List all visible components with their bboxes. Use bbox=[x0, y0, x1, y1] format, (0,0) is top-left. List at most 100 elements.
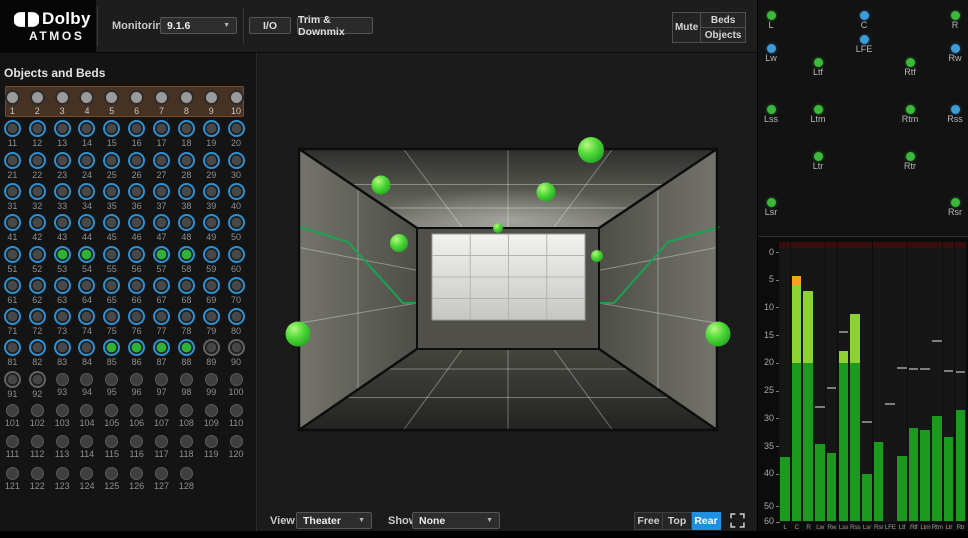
audio-object-sphere-3[interactable] bbox=[537, 183, 556, 202]
object-channel-17[interactable]: 17 bbox=[149, 117, 174, 148]
object-channel-127[interactable]: 127 bbox=[149, 462, 174, 491]
object-channel-45[interactable]: 45 bbox=[99, 211, 124, 242]
object-channel-95[interactable]: 95 bbox=[99, 368, 124, 397]
object-channel-18[interactable]: 18 bbox=[174, 117, 199, 148]
audio-object-sphere-8[interactable] bbox=[706, 322, 731, 347]
object-channel-82[interactable]: 82 bbox=[25, 336, 50, 367]
object-channel-74[interactable]: 74 bbox=[75, 305, 100, 336]
object-channel-114[interactable]: 114 bbox=[75, 430, 100, 459]
object-channel-68[interactable]: 68 bbox=[174, 274, 199, 305]
show-dropdown[interactable]: None ▼ bbox=[412, 512, 500, 529]
object-channel-108[interactable]: 108 bbox=[174, 399, 199, 428]
object-channel-98[interactable]: 98 bbox=[174, 368, 199, 397]
object-channel-34[interactable]: 34 bbox=[75, 180, 100, 211]
object-channel-91[interactable]: 91 bbox=[0, 368, 25, 399]
object-channel-92[interactable]: 92 bbox=[25, 368, 50, 399]
object-channel-109[interactable]: 109 bbox=[199, 399, 224, 428]
camera-mode-top-button[interactable]: Top bbox=[663, 512, 692, 530]
object-channel-23[interactable]: 23 bbox=[50, 149, 75, 180]
object-channel-128[interactable]: 128 bbox=[174, 462, 199, 491]
object-channel-58[interactable]: 58 bbox=[174, 243, 199, 274]
object-channel-72[interactable]: 72 bbox=[25, 305, 50, 336]
object-channel-115[interactable]: 115 bbox=[99, 430, 124, 459]
object-channel-16[interactable]: 16 bbox=[124, 117, 149, 148]
object-channel-97[interactable]: 97 bbox=[149, 368, 174, 397]
object-channel-14[interactable]: 14 bbox=[75, 117, 100, 148]
object-channel-28[interactable]: 28 bbox=[174, 149, 199, 180]
object-channel-71[interactable]: 71 bbox=[0, 305, 25, 336]
object-channel-69[interactable]: 69 bbox=[199, 274, 224, 305]
object-channel-44[interactable]: 44 bbox=[75, 211, 100, 242]
object-channel-87[interactable]: 87 bbox=[149, 336, 174, 367]
object-channel-113[interactable]: 113 bbox=[50, 430, 75, 459]
object-channel-8[interactable]: 8 bbox=[174, 86, 199, 116]
object-channel-54[interactable]: 54 bbox=[75, 243, 100, 274]
mute-button[interactable]: Mute bbox=[672, 12, 701, 43]
object-channel-5[interactable]: 5 bbox=[99, 86, 124, 116]
object-channel-47[interactable]: 47 bbox=[149, 211, 174, 242]
object-channel-41[interactable]: 41 bbox=[0, 211, 25, 242]
object-channel-125[interactable]: 125 bbox=[99, 462, 124, 491]
object-channel-124[interactable]: 124 bbox=[75, 462, 100, 491]
object-channel-62[interactable]: 62 bbox=[25, 274, 50, 305]
io-button[interactable]: I/O bbox=[249, 17, 291, 34]
object-channel-60[interactable]: 60 bbox=[224, 243, 249, 274]
object-channel-43[interactable]: 43 bbox=[50, 211, 75, 242]
object-channel-36[interactable]: 36 bbox=[124, 180, 149, 211]
object-channel-49[interactable]: 49 bbox=[199, 211, 224, 242]
object-channel-84[interactable]: 84 bbox=[75, 336, 100, 367]
object-channel-25[interactable]: 25 bbox=[99, 149, 124, 180]
object-channel-112[interactable]: 112 bbox=[25, 430, 50, 459]
object-channel-73[interactable]: 73 bbox=[50, 305, 75, 336]
object-channel-121[interactable]: 121 bbox=[0, 462, 25, 491]
object-channel-35[interactable]: 35 bbox=[99, 180, 124, 211]
object-channel-77[interactable]: 77 bbox=[149, 305, 174, 336]
object-channel-40[interactable]: 40 bbox=[224, 180, 249, 211]
object-channel-83[interactable]: 83 bbox=[50, 336, 75, 367]
object-channel-19[interactable]: 19 bbox=[199, 117, 224, 148]
object-channel-86[interactable]: 86 bbox=[124, 336, 149, 367]
object-channel-81[interactable]: 81 bbox=[0, 336, 25, 367]
object-channel-89[interactable]: 89 bbox=[199, 336, 224, 367]
object-channel-75[interactable]: 75 bbox=[99, 305, 124, 336]
object-channel-116[interactable]: 116 bbox=[124, 430, 149, 459]
object-channel-31[interactable]: 31 bbox=[0, 180, 25, 211]
object-channel-119[interactable]: 119 bbox=[199, 430, 224, 459]
object-channel-26[interactable]: 26 bbox=[124, 149, 149, 180]
monitoring-dropdown[interactable]: 9.1.6 ▼ bbox=[160, 17, 237, 34]
object-channel-4[interactable]: 4 bbox=[75, 86, 100, 116]
audio-object-sphere-6[interactable] bbox=[591, 250, 603, 262]
object-channel-65[interactable]: 65 bbox=[99, 274, 124, 305]
object-channel-38[interactable]: 38 bbox=[174, 180, 199, 211]
object-channel-55[interactable]: 55 bbox=[99, 243, 124, 274]
object-channel-101[interactable]: 101 bbox=[0, 399, 25, 428]
object-channel-24[interactable]: 24 bbox=[75, 149, 100, 180]
object-channel-122[interactable]: 122 bbox=[25, 462, 50, 491]
object-channel-11[interactable]: 11 bbox=[0, 117, 25, 148]
object-channel-30[interactable]: 30 bbox=[224, 149, 249, 180]
object-channel-103[interactable]: 103 bbox=[50, 399, 75, 428]
object-channel-33[interactable]: 33 bbox=[50, 180, 75, 211]
object-channel-46[interactable]: 46 bbox=[124, 211, 149, 242]
view-dropdown[interactable]: Theater ▼ bbox=[296, 512, 372, 529]
object-channel-59[interactable]: 59 bbox=[199, 243, 224, 274]
audio-object-sphere-4[interactable] bbox=[493, 223, 503, 233]
audio-object-sphere-5[interactable] bbox=[390, 234, 408, 252]
object-channel-104[interactable]: 104 bbox=[75, 399, 100, 428]
trim-downmix-button[interactable]: Trim & Downmix bbox=[297, 17, 373, 34]
object-channel-80[interactable]: 80 bbox=[224, 305, 249, 336]
object-channel-39[interactable]: 39 bbox=[199, 180, 224, 211]
object-channel-102[interactable]: 102 bbox=[25, 399, 50, 428]
object-channel-66[interactable]: 66 bbox=[124, 274, 149, 305]
mute-beds-button[interactable]: Beds bbox=[701, 12, 746, 28]
object-channel-107[interactable]: 107 bbox=[149, 399, 174, 428]
object-channel-63[interactable]: 63 bbox=[50, 274, 75, 305]
object-channel-32[interactable]: 32 bbox=[25, 180, 50, 211]
object-channel-22[interactable]: 22 bbox=[25, 149, 50, 180]
object-channel-13[interactable]: 13 bbox=[50, 117, 75, 148]
object-channel-57[interactable]: 57 bbox=[149, 243, 174, 274]
object-channel-96[interactable]: 96 bbox=[124, 368, 149, 397]
object-channel-88[interactable]: 88 bbox=[174, 336, 199, 367]
object-channel-99[interactable]: 99 bbox=[199, 368, 224, 397]
object-channel-1[interactable]: 1 bbox=[0, 86, 25, 116]
